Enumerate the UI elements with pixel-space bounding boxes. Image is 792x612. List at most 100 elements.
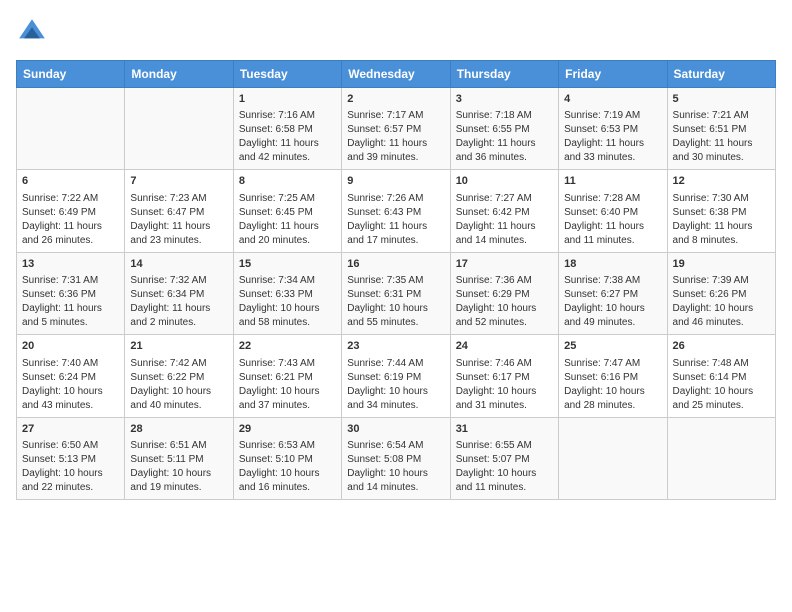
day-info: Sunset: 6:31 PM: [347, 288, 444, 302]
day-number: 20: [22, 339, 119, 354]
day-info: Sunset: 5:11 PM: [130, 453, 227, 467]
calendar-cell: 25Sunrise: 7:47 AMSunset: 6:16 PMDayligh…: [559, 335, 667, 417]
day-info: Sunrise: 6:51 AM: [130, 439, 227, 453]
day-info: Daylight: 11 hours and 17 minutes.: [347, 220, 444, 248]
day-info: Daylight: 10 hours and 46 minutes.: [673, 302, 770, 330]
day-info: Daylight: 10 hours and 34 minutes.: [347, 385, 444, 413]
day-info: Sunrise: 7:27 AM: [456, 192, 553, 206]
day-info: Sunset: 6:55 PM: [456, 123, 553, 137]
day-number: 11: [564, 174, 661, 189]
day-info: Sunset: 6:40 PM: [564, 206, 661, 220]
day-info: Sunrise: 7:23 AM: [130, 192, 227, 206]
day-info: Sunrise: 6:55 AM: [456, 439, 553, 453]
day-info: Daylight: 10 hours and 31 minutes.: [456, 385, 553, 413]
week-row-2: 6Sunrise: 7:22 AMSunset: 6:49 PMDaylight…: [17, 170, 776, 252]
calendar-cell: 1Sunrise: 7:16 AMSunset: 6:58 PMDaylight…: [233, 88, 341, 170]
day-number: 9: [347, 174, 444, 189]
day-info: Daylight: 11 hours and 39 minutes.: [347, 137, 444, 165]
day-info: Daylight: 10 hours and 14 minutes.: [347, 467, 444, 495]
day-number: 16: [347, 257, 444, 272]
day-number: 5: [673, 92, 770, 107]
calendar-cell: 16Sunrise: 7:35 AMSunset: 6:31 PMDayligh…: [342, 252, 450, 334]
calendar-cell: 22Sunrise: 7:43 AMSunset: 6:21 PMDayligh…: [233, 335, 341, 417]
calendar-cell: 11Sunrise: 7:28 AMSunset: 6:40 PMDayligh…: [559, 170, 667, 252]
day-info: Sunset: 6:27 PM: [564, 288, 661, 302]
week-row-5: 27Sunrise: 6:50 AMSunset: 5:13 PMDayligh…: [17, 417, 776, 499]
day-number: 7: [130, 174, 227, 189]
day-info: Daylight: 11 hours and 14 minutes.: [456, 220, 553, 248]
day-info: Daylight: 10 hours and 25 minutes.: [673, 385, 770, 413]
day-number: 28: [130, 422, 227, 437]
day-info: Sunrise: 6:54 AM: [347, 439, 444, 453]
day-number: 12: [673, 174, 770, 189]
day-number: 25: [564, 339, 661, 354]
day-info: Daylight: 10 hours and 37 minutes.: [239, 385, 336, 413]
day-number: 24: [456, 339, 553, 354]
day-number: 3: [456, 92, 553, 107]
day-number: 8: [239, 174, 336, 189]
day-info: Sunset: 6:47 PM: [130, 206, 227, 220]
day-number: 13: [22, 257, 119, 272]
day-info: Sunset: 6:51 PM: [673, 123, 770, 137]
day-info: Sunset: 6:26 PM: [673, 288, 770, 302]
day-number: 1: [239, 92, 336, 107]
day-number: 27: [22, 422, 119, 437]
day-info: Sunrise: 7:34 AM: [239, 274, 336, 288]
day-info: Daylight: 11 hours and 30 minutes.: [673, 137, 770, 165]
day-info: Sunset: 6:33 PM: [239, 288, 336, 302]
day-info: Sunrise: 7:19 AM: [564, 109, 661, 123]
day-number: 2: [347, 92, 444, 107]
day-info: Sunset: 5:08 PM: [347, 453, 444, 467]
col-header-sunday: Sunday: [17, 61, 125, 88]
day-number: 10: [456, 174, 553, 189]
page-header: [16, 16, 776, 48]
day-info: Sunset: 6:57 PM: [347, 123, 444, 137]
week-row-4: 20Sunrise: 7:40 AMSunset: 6:24 PMDayligh…: [17, 335, 776, 417]
day-number: 6: [22, 174, 119, 189]
col-header-thursday: Thursday: [450, 61, 558, 88]
day-info: Daylight: 10 hours and 11 minutes.: [456, 467, 553, 495]
day-number: 14: [130, 257, 227, 272]
day-info: Daylight: 10 hours and 43 minutes.: [22, 385, 119, 413]
day-info: Daylight: 11 hours and 5 minutes.: [22, 302, 119, 330]
day-info: Sunset: 5:10 PM: [239, 453, 336, 467]
col-header-tuesday: Tuesday: [233, 61, 341, 88]
day-info: Sunrise: 7:42 AM: [130, 357, 227, 371]
calendar-cell: 14Sunrise: 7:32 AMSunset: 6:34 PMDayligh…: [125, 252, 233, 334]
day-info: Daylight: 10 hours and 52 minutes.: [456, 302, 553, 330]
week-row-3: 13Sunrise: 7:31 AMSunset: 6:36 PMDayligh…: [17, 252, 776, 334]
calendar-cell: 20Sunrise: 7:40 AMSunset: 6:24 PMDayligh…: [17, 335, 125, 417]
day-info: Sunset: 6:22 PM: [130, 371, 227, 385]
day-number: 30: [347, 422, 444, 437]
day-info: Sunset: 6:53 PM: [564, 123, 661, 137]
calendar-cell: 28Sunrise: 6:51 AMSunset: 5:11 PMDayligh…: [125, 417, 233, 499]
calendar-cell: 8Sunrise: 7:25 AMSunset: 6:45 PMDaylight…: [233, 170, 341, 252]
day-number: 17: [456, 257, 553, 272]
day-number: 4: [564, 92, 661, 107]
calendar-cell: 27Sunrise: 6:50 AMSunset: 5:13 PMDayligh…: [17, 417, 125, 499]
day-info: Daylight: 11 hours and 23 minutes.: [130, 220, 227, 248]
calendar-cell: 17Sunrise: 7:36 AMSunset: 6:29 PMDayligh…: [450, 252, 558, 334]
day-info: Sunset: 6:21 PM: [239, 371, 336, 385]
calendar-cell: 4Sunrise: 7:19 AMSunset: 6:53 PMDaylight…: [559, 88, 667, 170]
day-number: 15: [239, 257, 336, 272]
day-info: Sunrise: 7:46 AM: [456, 357, 553, 371]
calendar-cell: 24Sunrise: 7:46 AMSunset: 6:17 PMDayligh…: [450, 335, 558, 417]
day-info: Daylight: 11 hours and 2 minutes.: [130, 302, 227, 330]
calendar-cell: 12Sunrise: 7:30 AMSunset: 6:38 PMDayligh…: [667, 170, 775, 252]
calendar-header-row: SundayMondayTuesdayWednesdayThursdayFrid…: [17, 61, 776, 88]
day-info: Daylight: 11 hours and 11 minutes.: [564, 220, 661, 248]
logo: [16, 16, 52, 48]
day-info: Sunset: 6:16 PM: [564, 371, 661, 385]
day-info: Sunrise: 7:38 AM: [564, 274, 661, 288]
day-info: Sunset: 6:14 PM: [673, 371, 770, 385]
calendar-cell: 15Sunrise: 7:34 AMSunset: 6:33 PMDayligh…: [233, 252, 341, 334]
calendar-cell: 5Sunrise: 7:21 AMSunset: 6:51 PMDaylight…: [667, 88, 775, 170]
day-info: Sunset: 6:38 PM: [673, 206, 770, 220]
day-info: Sunrise: 7:22 AM: [22, 192, 119, 206]
day-info: Daylight: 11 hours and 26 minutes.: [22, 220, 119, 248]
calendar-cell: 23Sunrise: 7:44 AMSunset: 6:19 PMDayligh…: [342, 335, 450, 417]
day-info: Sunrise: 7:35 AM: [347, 274, 444, 288]
calendar-cell: 6Sunrise: 7:22 AMSunset: 6:49 PMDaylight…: [17, 170, 125, 252]
calendar-cell: 7 Sunrise: 7:23 AMSunset: 6:47 PMDaylight…: [125, 170, 233, 252]
